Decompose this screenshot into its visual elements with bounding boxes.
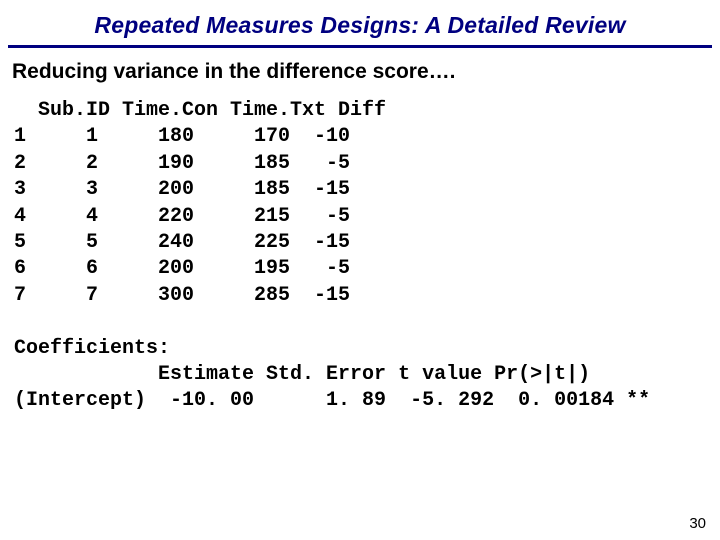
coef-header: Estimate Std. Error t value Pr(>|t|) <box>14 363 590 386</box>
data-table: Sub.ID Time.Con Time.Txt Diff 1 1 180 17… <box>0 98 720 415</box>
slide: Repeated Measures Designs: A Detailed Re… <box>0 0 720 540</box>
table-row: 7 7 300 285 -15 <box>14 284 350 307</box>
table-row: 2 2 190 185 -5 <box>14 152 350 175</box>
table-row: 3 3 200 185 -15 <box>14 178 350 201</box>
slide-title: Repeated Measures Designs: A Detailed Re… <box>0 0 720 45</box>
slide-subtitle: Reducing variance in the difference scor… <box>0 58 720 98</box>
coef-heading: Coefficients: <box>14 337 170 360</box>
title-underline <box>8 45 712 48</box>
table-header: Sub.ID Time.Con Time.Txt Diff <box>14 99 386 122</box>
page-number: 30 <box>689 515 706 532</box>
table-row: 5 5 240 225 -15 <box>14 231 350 254</box>
table-row: 6 6 200 195 -5 <box>14 257 350 280</box>
table-row: 1 1 180 170 -10 <box>14 125 350 148</box>
coef-row: (Intercept) -10. 00 1. 89 -5. 292 0. 001… <box>14 389 650 412</box>
table-row: 4 4 220 215 -5 <box>14 205 350 228</box>
